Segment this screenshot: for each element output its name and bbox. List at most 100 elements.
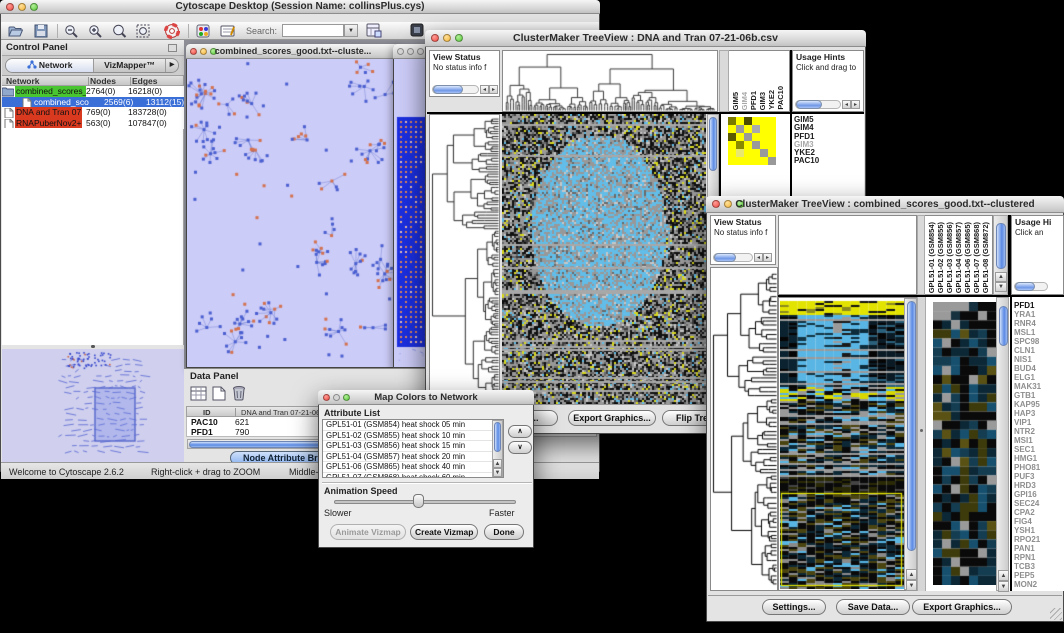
gene-label[interactable]: CLN1	[1014, 346, 1062, 355]
plugin-icon[interactable]	[410, 23, 425, 38]
attribute-list-item[interactable]: GPL51-04 (GSM857) heat shock 20 min	[323, 452, 503, 463]
mini-hscrollbar[interactable]	[432, 85, 479, 94]
scroll-right-icon[interactable]: ▸	[489, 85, 498, 94]
gene-label[interactable]: SEC1	[1014, 445, 1062, 454]
matrix-cell[interactable]	[768, 157, 776, 165]
gene-label[interactable]: HMG1	[1014, 454, 1062, 463]
scroll-left-icon[interactable]: ◂	[480, 85, 489, 94]
column-label[interactable]: GIM5	[731, 92, 740, 110]
vizmapper-icon[interactable]	[196, 24, 211, 38]
gene-label[interactable]: FIG4	[1014, 517, 1062, 526]
scroll-right-icon[interactable]: ▸	[851, 100, 860, 109]
matrix-cell[interactable]	[744, 157, 752, 165]
matrix-cell[interactable]	[736, 157, 744, 165]
attribute-list-item[interactable]: GPL51-06 (GSM865) heat shock 40 min	[323, 462, 503, 473]
matrix-cell[interactable]	[744, 141, 752, 149]
float-panel-icon[interactable]	[168, 44, 177, 52]
column-label[interactable]: YKE2	[767, 90, 776, 110]
attribute-list-item[interactable]: GPL51-01 (GSM854) heat shock 05 min	[323, 420, 503, 431]
column-label[interactable]: PFD1	[749, 91, 758, 110]
speed-slider-thumb[interactable]	[413, 494, 424, 508]
search-input[interactable]	[282, 24, 344, 37]
scroll-up-icon[interactable]: ▲	[998, 570, 1009, 581]
close-icon[interactable]	[397, 48, 404, 55]
data-col-attr[interactable]: DNA and Tran 07-21-06	[241, 408, 320, 417]
gene-label[interactable]: PEP5	[1014, 571, 1062, 580]
matrix-cell[interactable]	[736, 141, 744, 149]
scroll-right-icon[interactable]: ▸	[763, 253, 772, 262]
gene-label[interactable]: MSI1	[1014, 436, 1062, 445]
column-dendrogram-canvas[interactable]	[503, 51, 717, 111]
done-button[interactable]: Done	[484, 524, 524, 540]
zoom-fit-icon[interactable]	[136, 24, 151, 39]
treeview1-titlebar[interactable]: ClusterMaker TreeView : DNA and Tran 07-…	[425, 30, 866, 47]
scroll-up-icon[interactable]: ▲	[493, 459, 502, 468]
matrix-cell[interactable]	[760, 141, 768, 149]
settings-button[interactable]: Settings...	[762, 599, 826, 615]
matrix-cell[interactable]	[760, 149, 768, 157]
gene-label[interactable]: BUD4	[1014, 364, 1062, 373]
zoom-out-icon[interactable]	[64, 24, 79, 39]
gene-label[interactable]: YRA1	[1014, 310, 1062, 319]
gene-label[interactable]: SPC98	[1014, 337, 1062, 346]
new-attribute-icon[interactable]	[212, 386, 226, 401]
heatmap-canvas[interactable]	[502, 114, 706, 404]
mini-hscrollbar[interactable]	[713, 253, 753, 262]
splitter-handle[interactable]	[91, 345, 95, 348]
matrix-cell[interactable]	[752, 125, 760, 133]
zoom-selected-icon[interactable]	[112, 24, 127, 39]
matrix-cell[interactable]	[744, 117, 752, 125]
move-up-button[interactable]: ∧	[508, 425, 532, 438]
scrollbar-thumb[interactable]	[709, 117, 717, 171]
column-label[interactable]: GPL51-02 (GSM855)	[936, 222, 945, 293]
move-down-button[interactable]: ∨	[508, 441, 532, 454]
gene-label[interactable]: TCB3	[1014, 562, 1062, 571]
scrollbar-thumb[interactable]	[433, 85, 463, 94]
annotation-icon[interactable]	[220, 24, 236, 38]
dialog-titlebar[interactable]: Map Colors to Network	[318, 390, 534, 405]
gene-label[interactable]: GPI16	[1014, 490, 1062, 499]
column-label[interactable]: GPL51-04 (GSM857)	[954, 222, 963, 293]
speed-slider-track[interactable]	[334, 500, 516, 504]
col-header-network[interactable]: Network	[6, 77, 40, 86]
attribute-list[interactable]: GPL51-01 (GSM854) heat shock 05 min GPL51…	[322, 419, 504, 478]
matrix-cell[interactable]	[728, 117, 736, 125]
gene-label[interactable]: RPN1	[1014, 553, 1062, 562]
gene-label[interactable]: ELG1	[1014, 373, 1062, 382]
matrix-cell[interactable]	[768, 133, 776, 141]
gene-label[interactable]: NTR2	[1014, 427, 1062, 436]
attribute-browser-icon[interactable]	[366, 23, 382, 38]
column-label[interactable]: GIM3	[758, 92, 767, 110]
treeview2-column-tree-pane[interactable]	[778, 215, 917, 295]
minimize-icon[interactable]	[407, 48, 414, 55]
scroll-down-icon[interactable]: ▼	[906, 580, 917, 591]
matrix-cell[interactable]	[760, 133, 768, 141]
scroll-up-icon[interactable]: ▲	[906, 569, 917, 580]
zoom-heatmap-canvas[interactable]	[933, 302, 996, 585]
matrix-cell[interactable]	[752, 117, 760, 125]
save-icon[interactable]	[34, 24, 48, 38]
matrix-cell[interactable]	[744, 149, 752, 157]
scroll-left-icon[interactable]: ◂	[842, 100, 851, 109]
matrix-cell[interactable]	[768, 149, 776, 157]
heatmap-canvas[interactable]	[780, 299, 904, 589]
zoom-vscrollbar[interactable]: ▲ ▼	[996, 297, 1009, 591]
delete-attribute-icon[interactable]	[232, 385, 246, 401]
scrollbar-thumb[interactable]	[996, 223, 1006, 269]
matrix-cell[interactable]	[752, 157, 760, 165]
attribute-list-item[interactable]: GPL51-07 (GSM868) heat shock 60 min	[323, 473, 503, 479]
scrollbar-thumb[interactable]	[494, 422, 501, 452]
zoom-window-icon[interactable]	[417, 48, 424, 55]
column-label[interactable]: GPL51-08 (GSM872)	[981, 222, 990, 293]
gene-label[interactable]: PFD1	[1014, 301, 1062, 310]
gene-label[interactable]: KAP95	[1014, 400, 1062, 409]
matrix-cell[interactable]	[736, 125, 744, 133]
heatmap-vscrollbar[interactable]: ▲ ▼	[904, 298, 917, 590]
save-data-button[interactable]: Save Data...	[836, 599, 910, 615]
column-tree-scroll-strip[interactable]	[719, 50, 729, 112]
gene-label[interactable]: PHO81	[1014, 463, 1062, 472]
gene-label[interactable]: VIP1	[1014, 418, 1062, 427]
col-header-nodes[interactable]: Nodes	[90, 77, 116, 86]
main-titlebar[interactable]: Cytoscape Desktop (Session Name: collins…	[0, 0, 600, 14]
gene-label[interactable]: SEC24	[1014, 499, 1062, 508]
